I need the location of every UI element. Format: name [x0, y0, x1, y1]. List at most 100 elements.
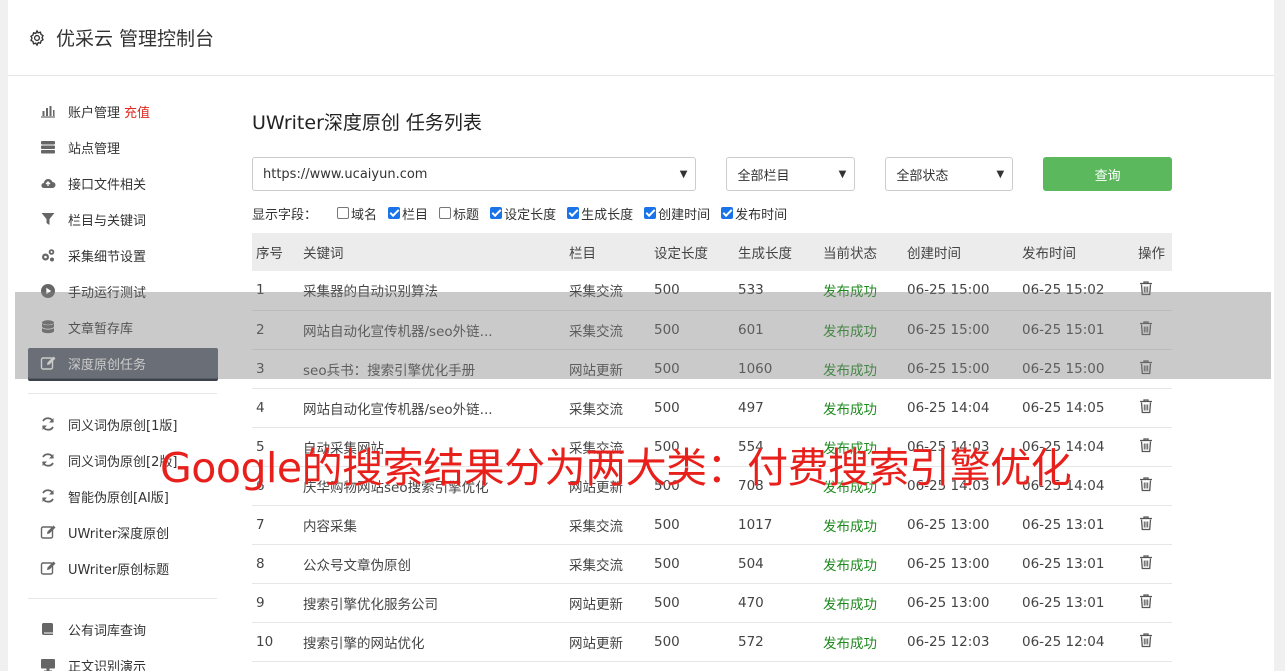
table-cell[interactable]: 内容采集	[299, 505, 565, 544]
sidebar-item-label: 采集细节设置	[68, 249, 147, 265]
chevron-down-icon: ▼	[996, 168, 1005, 180]
column-header: 创建时间	[907, 246, 961, 262]
table-cell[interactable]: 搜索引擎的网站优化	[299, 622, 565, 661]
table-cell[interactable]: 搜索引擎优化服务公司	[299, 583, 565, 622]
table-row: 7 内容采集 采集交流 500 1017 发布成功 06-25 13:00 06-25 13:…	[252, 505, 1172, 544]
column-header: 生成长度	[738, 246, 792, 262]
table-cell: 500	[654, 399, 680, 416]
table-cell-actions	[1134, 466, 1172, 505]
table-cell: 发布成功	[823, 401, 877, 418]
table-cell: 06-25 13:01	[1022, 555, 1105, 572]
column-header: 当前状态	[823, 246, 877, 262]
table-cell-actions	[1134, 544, 1172, 583]
sidebar-item-label: 智能伪原创[AI版]	[68, 490, 169, 506]
table-cell-actions	[1134, 583, 1172, 622]
checkbox-checked-icon	[490, 207, 503, 219]
book-icon	[39, 620, 57, 638]
table-cell[interactable]: 公众号文章伪原创	[299, 544, 565, 583]
sidebar-item[interactable]: 栏目与关键词	[28, 204, 218, 234]
table-cell: 497	[738, 399, 764, 416]
column-header: 栏目	[569, 246, 596, 262]
table-cell: 网站更新	[569, 635, 623, 652]
refresh-icon	[39, 415, 57, 433]
trash-icon[interactable]	[1138, 593, 1154, 609]
table-cell: 发布成功	[823, 635, 877, 652]
table-cell: 8	[256, 555, 265, 572]
app-title: 优采云 管理控制台	[56, 28, 215, 50]
table-cell: 500	[654, 594, 680, 611]
table-cell: 06-25 13:00	[907, 516, 990, 533]
table-cell: 9	[256, 594, 265, 611]
table-cell: 发布成功	[823, 518, 877, 535]
table-cell: 572	[738, 633, 764, 650]
site-select[interactable]: https://www.ucaiyun.com ▼	[252, 157, 697, 191]
field-toggles: 显示字段： 域名 栏目 标题 设定长度 生成长度 创建时间 发布时间	[252, 203, 1172, 223]
monitor-icon	[39, 656, 57, 671]
table-row: 8 公众号文章伪原创 采集交流 500 504 发布成功 06-25 13:00 06-25 …	[252, 544, 1172, 583]
field-checkbox-label: 栏目	[402, 207, 429, 223]
page-title: UWriter深度原创 任务列表	[252, 112, 482, 134]
sidebar-item-label: 账户管理	[68, 105, 121, 121]
status-select[interactable]: 全部状态 ▼	[885, 157, 1014, 191]
recharge-link[interactable]: 充值	[124, 102, 150, 121]
table-cell: 4	[256, 399, 265, 416]
table-cell: 发布成功	[823, 557, 877, 574]
field-checkbox[interactable]: 设定长度	[490, 204, 556, 223]
table-cell-actions	[1134, 427, 1172, 466]
field-checkbox[interactable]: 生成长度	[567, 204, 633, 223]
header: 优采云 管理控制台	[8, 0, 1274, 76]
sidebar-item-label: 同义词伪原创[1版]	[68, 418, 178, 434]
table-row: 9 搜索引擎优化服务公司 网站更新 500 470 发布成功 06-25 13:00 06-2…	[252, 583, 1172, 622]
checkbox-unchecked-icon	[337, 207, 350, 219]
sidebar-divider	[28, 598, 217, 599]
sidebar-item-label: 栏目与关键词	[68, 213, 147, 229]
table-cell: 采集交流	[569, 518, 623, 535]
trash-icon[interactable]	[1138, 632, 1154, 648]
checkbox-checked-icon	[567, 207, 580, 219]
table-cell: 500	[654, 633, 680, 650]
table-cell-actions	[1134, 505, 1172, 544]
field-checkbox[interactable]: 域名	[337, 204, 377, 223]
table-cell: 1017	[738, 516, 773, 533]
table-cell: 发布成功	[823, 596, 877, 613]
table-header-row: 序号 关键词 栏目 设定长度 生成长度 当前状态 创建时间 发布时间 操作	[252, 233, 1172, 271]
sidebar-item[interactable]: 站点管理	[28, 132, 218, 162]
trash-icon[interactable]	[1138, 398, 1154, 414]
field-checkbox[interactable]: 栏目	[388, 204, 428, 223]
field-checkbox[interactable]: 标题	[439, 204, 479, 223]
sidebar-item[interactable]: UWriter原创标题	[28, 553, 218, 583]
server-icon	[39, 138, 57, 156]
table-cell: 500	[654, 516, 680, 533]
table-cell[interactable]: 网站自动化宣传机器/seo外链...	[299, 388, 565, 427]
field-checkbox-label: 创建时间	[658, 207, 711, 223]
sidebar-item[interactable]: 公有词库查询	[28, 614, 218, 644]
sidebar-item[interactable]: UWriter深度原创	[28, 517, 218, 547]
checkbox-checked-icon	[388, 207, 401, 219]
sidebar-item[interactable]: 正文识别演示	[28, 650, 218, 671]
refresh-icon	[39, 451, 57, 469]
sidebar-item[interactable]: 采集细节设置	[28, 240, 218, 270]
column-header: 设定长度	[654, 246, 708, 262]
banner-text: Google的搜索结果分为两大类：付费搜索引擎优化	[160, 444, 1072, 492]
trash-icon[interactable]	[1138, 554, 1154, 570]
table-cell: 06-25 12:03	[907, 633, 990, 650]
sidebar-item-label: UWriter深度原创	[68, 526, 170, 542]
trash-icon[interactable]	[1138, 476, 1154, 492]
trash-icon[interactable]	[1138, 437, 1154, 453]
field-checkbox[interactable]: 创建时间	[644, 204, 710, 223]
query-button[interactable]: 查询	[1043, 157, 1172, 191]
table-row: 10 搜索引擎的网站优化 网站更新 500 572 发布成功 06-25 12:03 06-2…	[252, 622, 1172, 661]
column-select[interactable]: 全部栏目 ▼	[726, 157, 856, 191]
sidebar-item[interactable]: 账户管理 充值	[28, 96, 218, 126]
trash-icon[interactable]	[1138, 515, 1154, 531]
table-cell: 06-25 13:01	[1022, 594, 1105, 611]
field-checkbox[interactable]: 发布时间	[721, 204, 787, 223]
sidebar-item-label: 接口文件相关	[68, 177, 147, 193]
table-cell: 采集交流	[569, 401, 623, 418]
table-cell: 06-25 12:04	[1022, 633, 1105, 650]
chevron-down-icon: ▼	[838, 168, 847, 180]
refresh-icon	[39, 487, 57, 505]
sidebar-item[interactable]: 接口文件相关	[28, 168, 218, 198]
table-cell-actions	[1134, 388, 1172, 427]
checkbox-unchecked-icon	[439, 207, 452, 219]
